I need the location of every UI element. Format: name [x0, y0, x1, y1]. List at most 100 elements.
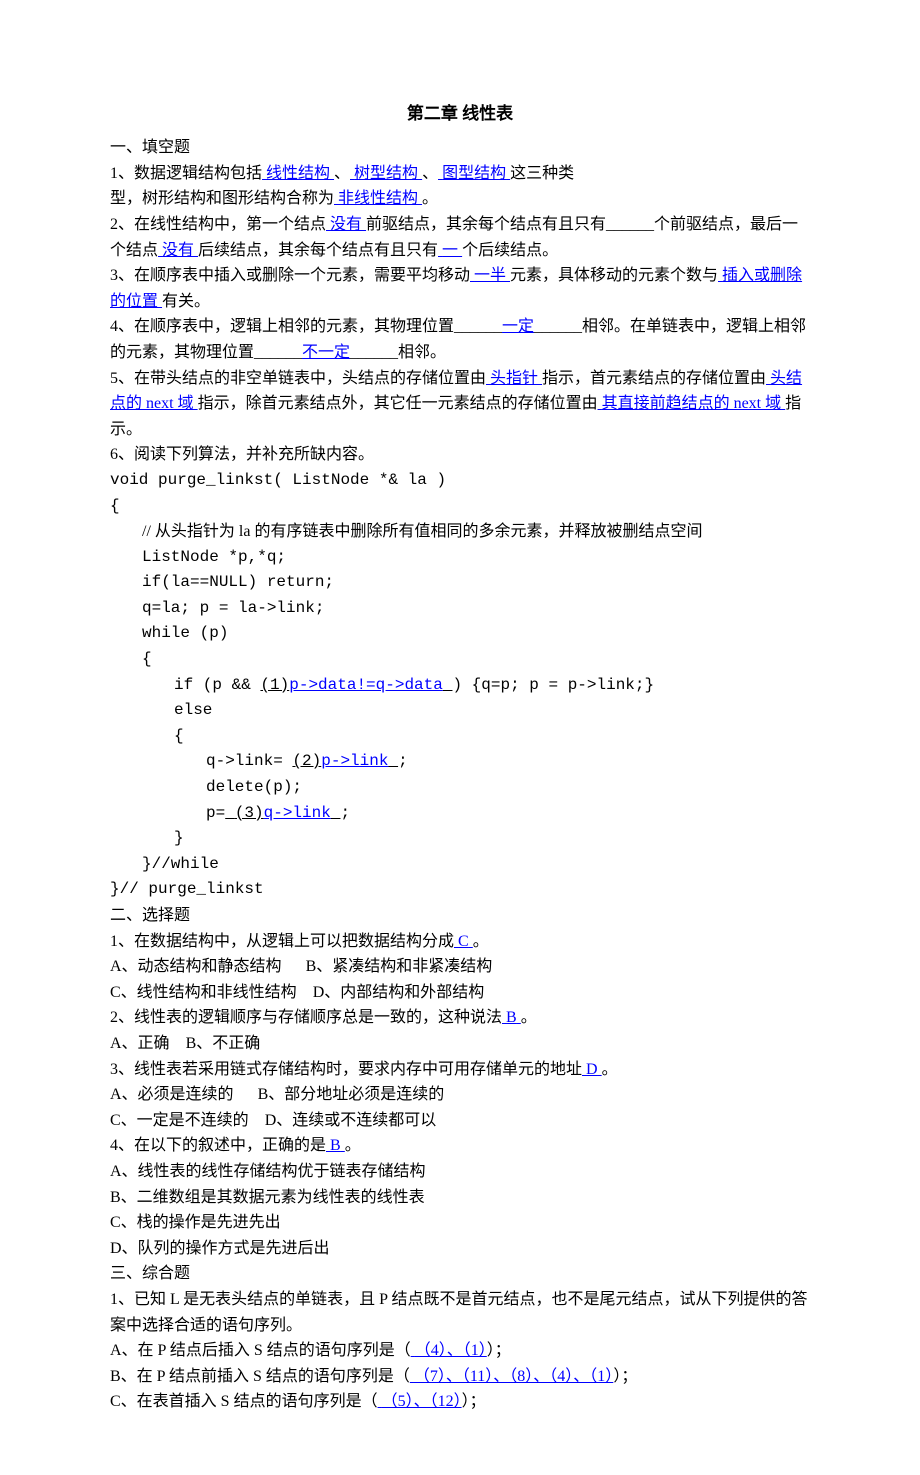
mc-q3-t: 3、线性表若采用链式存储结构时，要求内存中可用存储单元的地址	[110, 1061, 582, 1078]
code-l2: {	[110, 494, 810, 520]
mc-q1-opts-ab: A、动态结构和静态结构 B、紧凑结构和非紧凑结构	[110, 954, 810, 980]
q4-t3: ______相邻。	[350, 344, 446, 361]
fill-q4: 4、在顺序表中，逻辑上相邻的元素，其物理位置______一定______相邻。在…	[110, 314, 810, 365]
l9a: if (p &&	[174, 676, 260, 694]
q1-a2: 树型结构	[350, 165, 422, 182]
mc-q1-opts-cd: C、线性结构和非线性结构 D、内部结构和外部结构	[110, 980, 810, 1006]
code-l8: {	[110, 647, 810, 673]
q5-t1: 5、在带头结点的非空单链表中，头结点的存储位置由	[110, 370, 486, 387]
l12c: p->link	[321, 752, 388, 770]
q1-a1: 线性结构	[262, 165, 334, 182]
q3-opt-c: C、一定是不连续的	[110, 1112, 249, 1129]
mc-q4-a: B	[326, 1137, 345, 1154]
mc-q2-opts: A、正确 B、不正确	[110, 1031, 810, 1057]
code-l5: if(la==NULL) return;	[110, 570, 810, 596]
fill-q1-line2: 型，树形结构和图形结构合称为 非线性结构 。	[110, 186, 810, 212]
l9b: (1)	[260, 676, 289, 694]
mc-q4-tail: 。	[345, 1137, 361, 1154]
q1-t4a: 这三种类	[510, 165, 574, 182]
mc-q4-t: 4、在以下的叙述中，正确的是	[110, 1137, 326, 1154]
mc-q3-a: D	[582, 1061, 602, 1078]
code-l14: p= (3)q->link ;	[110, 801, 810, 827]
code-l11: {	[110, 724, 810, 750]
comp-c-tail: ）；	[462, 1393, 486, 1410]
q2-a2: 没有	[158, 242, 198, 259]
q3-t2: 元素，具体移动的元素个数与	[510, 267, 718, 284]
q3-opt-d: D、连续或不连续都可以	[265, 1112, 437, 1129]
comp-a-tail: ）；	[487, 1342, 511, 1359]
code-l4: ListNode *p,*q;	[110, 545, 810, 571]
mc-q3-opts-cd: C、一定是不连续的 D、连续或不连续都可以	[110, 1108, 810, 1134]
q2-opt-a: A、正确	[110, 1035, 170, 1052]
comp-a-ans: （4）、（1）	[411, 1342, 487, 1359]
q5-t2: 指示，首元素结点的存储位置由	[542, 370, 766, 387]
q5-a3: 其直接前趋结点的 next 域	[598, 395, 786, 412]
comp-b-ans: （7）、（11）、（8）、（4）、（1）	[410, 1368, 613, 1385]
comp-q1-a: A、在 P 结点后插入 S 结点的语句序列是（ （4）、（1））；	[110, 1338, 810, 1364]
code-l3: // 从头指针为 la 的有序链表中删除所有值相同的多余元素，并释放被删结点空间	[110, 519, 810, 545]
code-l15: }	[110, 826, 810, 852]
comp-q1-c: C、在表首插入 S 结点的语句序列是（ （5）、（12））；	[110, 1389, 810, 1415]
l14c: q->link	[264, 804, 331, 822]
fill-q2: 2、在线性结构中，第一个结点 没有 前驱结点，其余每个结点有且只有______个…	[110, 212, 810, 263]
q3-opt-b: B、部分地址必须是连续的	[258, 1086, 445, 1103]
mc-q2-tail: 。	[521, 1009, 537, 1026]
code-l10: else	[110, 698, 810, 724]
q1-a4: 非线性结构	[334, 190, 422, 207]
l12b: (2)	[292, 752, 321, 770]
section2-heading: 二、选择题	[110, 903, 810, 929]
code-l7: while (p)	[110, 621, 810, 647]
q4-opt-b: B、二维数组是其数据元素为线性表的线性表	[110, 1185, 810, 1211]
q5-t3: 指示，除首元素结点外，其它任一元素结点的存储位置由	[198, 395, 598, 412]
q2-a3: 一	[438, 242, 462, 259]
l14b: (3)	[225, 804, 263, 822]
comp-q1-b: B、在 P 结点前插入 S 结点的语句序列是（ （7）、（11）、（8）、（4）…	[110, 1364, 810, 1390]
q2-a1: 没有	[326, 216, 366, 233]
l14a: p=	[206, 804, 225, 822]
q1-t3: 、	[422, 165, 438, 182]
q1-a3: 图型结构	[438, 165, 510, 182]
section3-heading: 三、综合题	[110, 1261, 810, 1287]
fill-q6-head: 6、阅读下列算法，并补充所缺内容。	[110, 442, 810, 468]
l12d: ;	[398, 752, 408, 770]
q4-opt-d: D、队列的操作方式是先进后出	[110, 1236, 810, 1262]
comp-b-tail: ）；	[613, 1368, 637, 1385]
code-l9: if (p && (1)p->data!=q->data ) {q=p; p =…	[110, 673, 810, 699]
q2-t1: 2、在线性结构中，第一个结点	[110, 216, 326, 233]
comp-q1: 1、已知 L 是无表头结点的单链表，且 P 结点既不是首元结点，也不是尾元结点，…	[110, 1287, 810, 1338]
mc-q4: 4、在以下的叙述中，正确的是 B 。	[110, 1133, 810, 1159]
q4-a1: 一定	[502, 318, 534, 335]
q1-t1: 1、数据逻辑结构包括	[110, 165, 262, 182]
q3-a1: 一半	[470, 267, 510, 284]
q2-t4: 个后续结点。	[462, 242, 558, 259]
mc-q2-a: B	[502, 1009, 521, 1026]
code-l13: delete(p);	[110, 775, 810, 801]
q1-t2: 、	[334, 165, 350, 182]
fill-q1: 1、数据逻辑结构包括 线性结构 、 树型结构 、 图型结构 这三种类	[110, 161, 810, 187]
code-l6: q=la; p = la->link;	[110, 596, 810, 622]
code-l12: q->link= (2)p->link ;	[110, 749, 810, 775]
comp-a-t: A、在 P 结点后插入 S 结点的语句序列是（	[110, 1342, 411, 1359]
q3-t1: 3、在顺序表中插入或删除一个元素，需要平均移动	[110, 267, 470, 284]
fill-q3: 3、在顺序表中插入或删除一个元素，需要平均移动 一半 元素，具体移动的元素个数与…	[110, 263, 810, 314]
q1-opt-c: C、线性结构和非线性结构	[110, 984, 297, 1001]
q4-opt-c: C、栈的操作是先进先出	[110, 1210, 810, 1236]
q5-a1: 头指针	[486, 370, 542, 387]
q1-opt-a: A、动态结构和静态结构	[110, 958, 282, 975]
fill-q5: 5、在带头结点的非空单链表中，头结点的存储位置由 头指针 指示，首元素结点的存储…	[110, 366, 810, 443]
comp-b-t: B、在 P 结点前插入 S 结点的语句序列是（	[110, 1368, 410, 1385]
q1-opt-b: B、紧凑结构和非紧凑结构	[306, 958, 493, 975]
code-l16: }//while	[110, 852, 810, 878]
q4-opt-a: A、线性表的线性存储结构优于链表存储结构	[110, 1159, 810, 1185]
mc-q3-tail: 。	[602, 1061, 618, 1078]
q2-t3: 后续结点，其余每个结点有且只有	[198, 242, 438, 259]
mc-q1-t: 1、在数据结构中，从逻辑上可以把数据结构分成	[110, 933, 454, 950]
section1-heading: 一、填空题	[110, 135, 810, 161]
q4-t1: 4、在顺序表中，逻辑上相邻的元素，其物理位置______	[110, 318, 502, 335]
q3-t3: 有关。	[162, 293, 210, 310]
code-l1: void purge_linkst( ListNode *& la )	[110, 468, 810, 494]
mc-q1-a: C	[454, 933, 473, 950]
q2-opt-b: B、不正确	[186, 1035, 261, 1052]
comp-c-t: C、在表首插入 S 结点的语句序列是（	[110, 1393, 378, 1410]
chapter-title: 第二章 线性表	[110, 100, 810, 127]
